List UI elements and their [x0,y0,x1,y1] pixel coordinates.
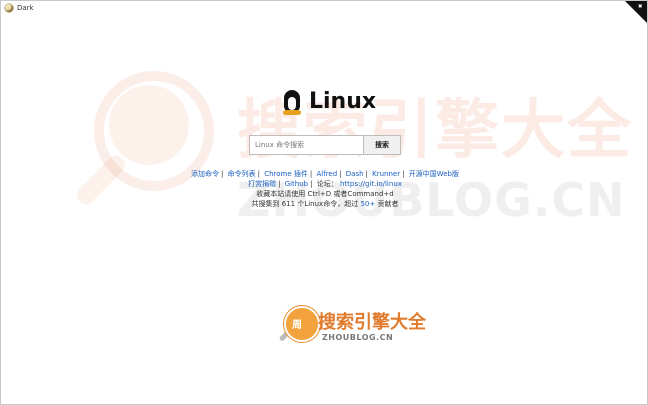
forum-label: 论坛 [316,180,331,188]
stats-suffix: 贡献者 [377,200,399,208]
logo-circle-text: 周 [292,320,302,331]
search-engine-logo-icon: 周 [284,306,320,342]
link-donate[interactable]: 打赏捐赠 [248,180,276,188]
theme-label[interactable]: Dark [17,4,34,12]
bookmark-hint: 收藏本站请使用 Ctrl+D 或者Command+d [256,190,394,198]
search-row: 搜索 [249,135,401,155]
link-oschina-web[interactable]: 开源中国Web版 [409,170,459,178]
logo-cn: 搜索引擎大全 [318,312,426,333]
watermark-logo-inner [109,85,189,165]
top-bar: Dark [1,1,647,15]
links-row-1: 添加命令 | 命令列表 | Chrome 插件 | Alfred | Dash | Kru… [191,170,459,178]
page-title: Linux [309,88,377,114]
browser-window: Dark ✦ 搜索引擎大全 ZHOUBLOG.CN Linux 搜索 添加命令|… [0,0,648,405]
zhoublog-logo[interactable]: 周 搜索引擎大全 ZHOUBLOG.CN [278,306,426,356]
link-dash[interactable]: Dash [346,170,364,178]
moon-icon[interactable] [5,4,13,12]
links-row-2: 打赏捐赠 | Github | 论坛： https://git.io/linux [248,180,402,188]
tux-icon [281,87,303,115]
link-git-io[interactable]: https://git.io/linux [340,180,402,188]
stats-prefix: 共搜集到 611 个Linux命令，超过 [251,200,359,208]
stats-line: 共搜集到 611 个Linux命令，超过 50+ 贡献者 [1,199,647,209]
link-alfred[interactable]: Alfred [317,170,338,178]
link-krunner[interactable]: Krunner [372,170,400,178]
site-header: Linux [281,87,376,115]
links-and-info: 添加命令 | 命令列表 | Chrome 插件 | Alfred | Dash | Kru… [1,169,647,209]
forum-colon: ： [330,180,338,188]
logo-en: ZHOUBLOG.CN [322,333,394,342]
link-contributors[interactable]: 50+ [360,200,375,208]
search-button[interactable]: 搜索 [364,135,401,155]
link-chrome-extension[interactable]: Chrome 插件 [264,170,308,178]
search-input[interactable] [249,135,364,155]
link-command-list[interactable]: 命令列表 [228,170,256,178]
link-add-command[interactable]: 添加命令 [191,170,219,178]
link-github[interactable]: Github [285,180,308,188]
